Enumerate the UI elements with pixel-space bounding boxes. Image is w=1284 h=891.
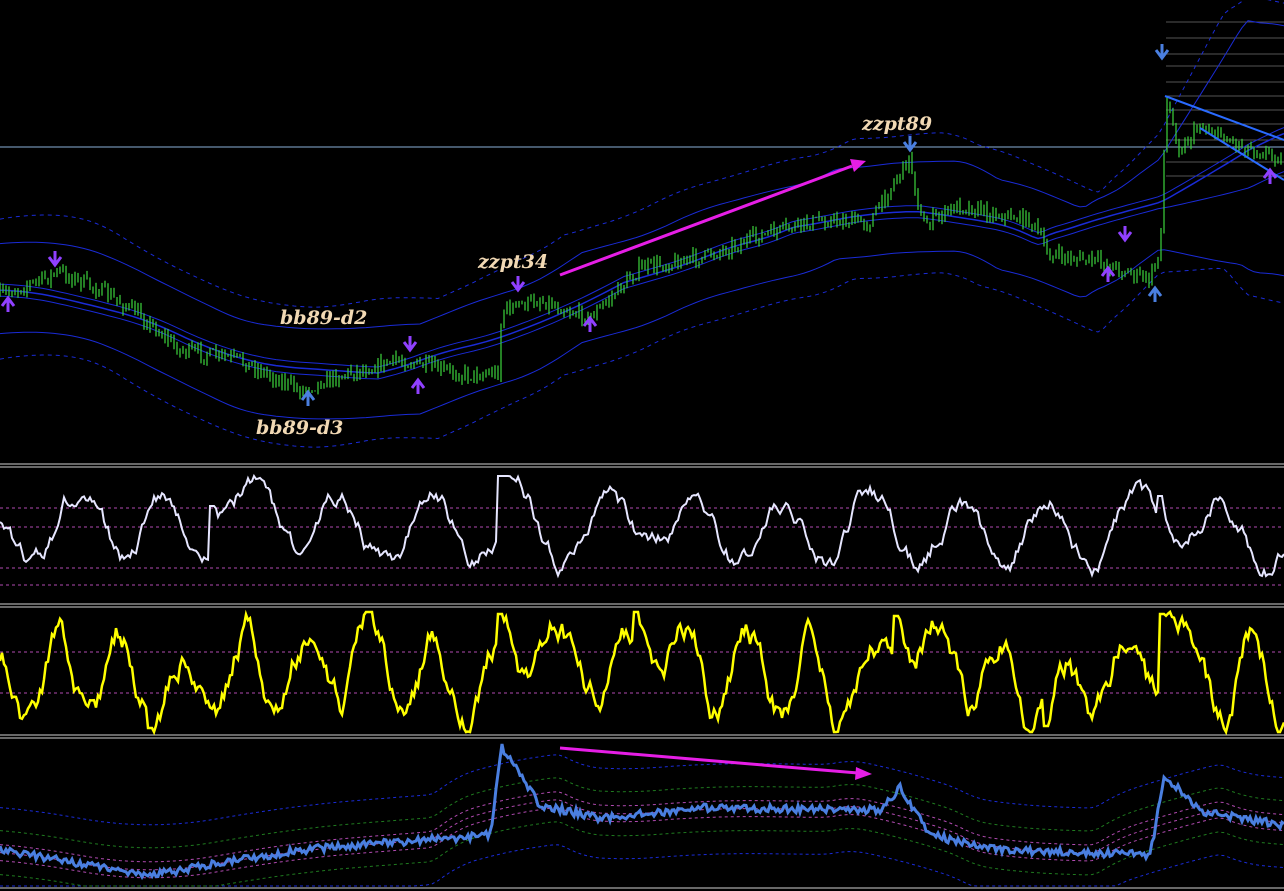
trading-chart: zzpt89 zzpt34 bb89-d2 bb89-d3 (0, 0, 1284, 891)
chart-background (0, 0, 1284, 891)
annotation-bb89-d2: bb89-d2 (280, 307, 367, 329)
annotation-bb89-d3: bb89-d3 (256, 417, 343, 439)
annotation-zzpt34: zzpt34 (477, 251, 548, 273)
annotation-zzpt89: zzpt89 (861, 113, 932, 135)
